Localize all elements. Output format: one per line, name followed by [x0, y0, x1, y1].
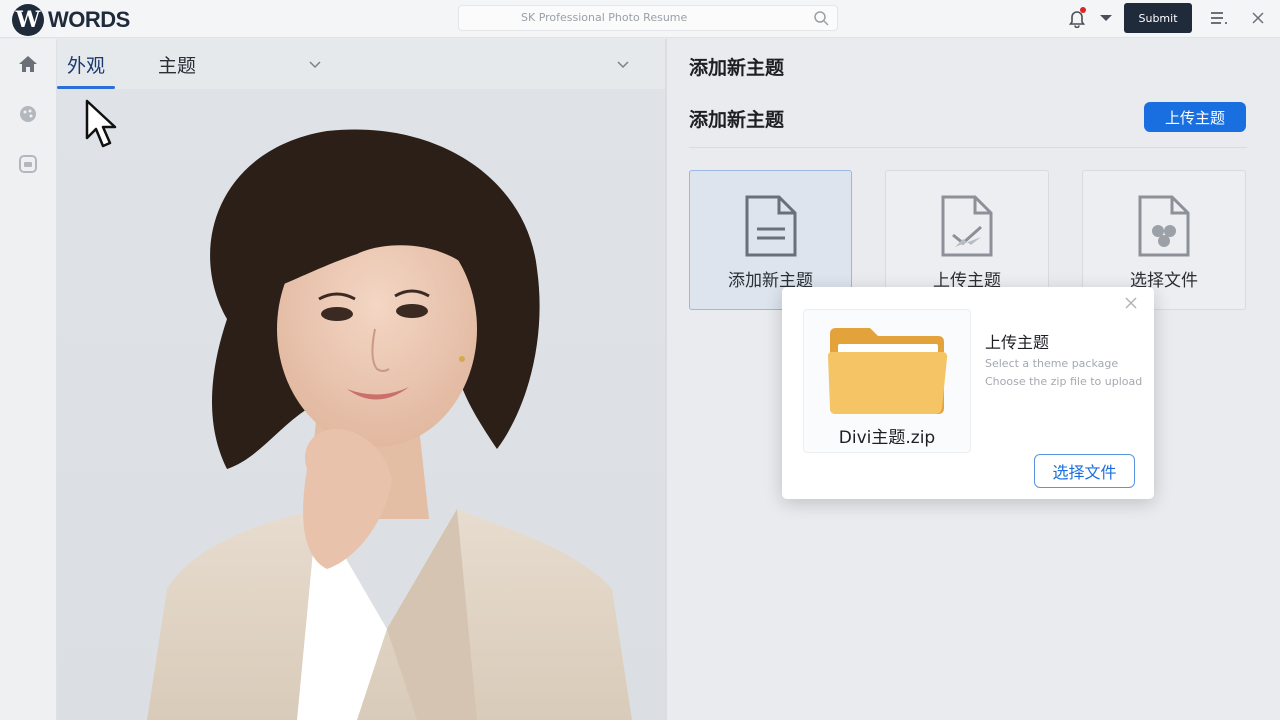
folder-icon [828, 328, 948, 414]
search-text: SK Professional Photo Resume [521, 11, 688, 24]
upload-theme-button[interactable]: 上传主题 [1144, 102, 1246, 132]
logo-text: WORDS [48, 7, 130, 32]
upload-file-icon [941, 195, 993, 257]
section-title: 添加新主题 [689, 109, 785, 131]
caret-down-icon[interactable] [1098, 10, 1114, 26]
logo-mark: W [12, 4, 44, 36]
divider [689, 147, 1247, 148]
chevron-down-icon[interactable] [308, 57, 322, 71]
menu-icon[interactable] [1208, 8, 1228, 28]
tab-themes-label: 主题 [158, 54, 197, 77]
file-select-icon [1138, 195, 1190, 257]
dialog-title: 上传主题 [985, 333, 1050, 352]
left-rail [0, 39, 57, 720]
file-name: Divi主题.zip [838, 428, 936, 448]
mouse-cursor-icon [85, 99, 117, 148]
tab-appearance-label: 外观 [66, 54, 105, 77]
home-icon[interactable] [17, 53, 39, 75]
upload-dialog: Divi主题.zip 上传主题 Select a theme package C… [782, 287, 1154, 499]
file-tile[interactable]: Divi主题.zip [803, 309, 971, 453]
app-logo[interactable]: W WORDS [12, 4, 130, 36]
palette-icon[interactable] [17, 103, 39, 125]
close-icon[interactable] [1250, 10, 1266, 26]
notification-dot [1080, 7, 1086, 13]
page-title: 添加新主题 [689, 57, 785, 79]
search-icon[interactable] [813, 10, 829, 26]
tab-themes[interactable]: 主题 [158, 39, 196, 89]
close-icon[interactable] [1124, 296, 1138, 310]
document-icon [745, 195, 796, 257]
top-bar: W WORDS SK Professional Photo Resume Sub… [0, 0, 1280, 38]
dialog-description-line1: Select a theme package [985, 357, 1119, 370]
chevron-down-icon[interactable] [616, 57, 630, 71]
woman-portrait-image [147, 129, 632, 720]
submit-button[interactable]: Submit [1124, 3, 1192, 33]
widget-icon[interactable] [17, 153, 39, 175]
choose-file-button[interactable]: 选择文件 [1034, 454, 1135, 488]
search-bar[interactable]: SK Professional Photo Resume [458, 5, 838, 31]
dialog-description-line2: Choose the zip file to upload [985, 375, 1143, 388]
profile-photo [57, 89, 665, 720]
notification-bell-icon[interactable] [1068, 7, 1086, 29]
tab-appearance[interactable]: 外观 [57, 39, 115, 89]
left-tab-bar: 外观 主题 [57, 39, 665, 89]
